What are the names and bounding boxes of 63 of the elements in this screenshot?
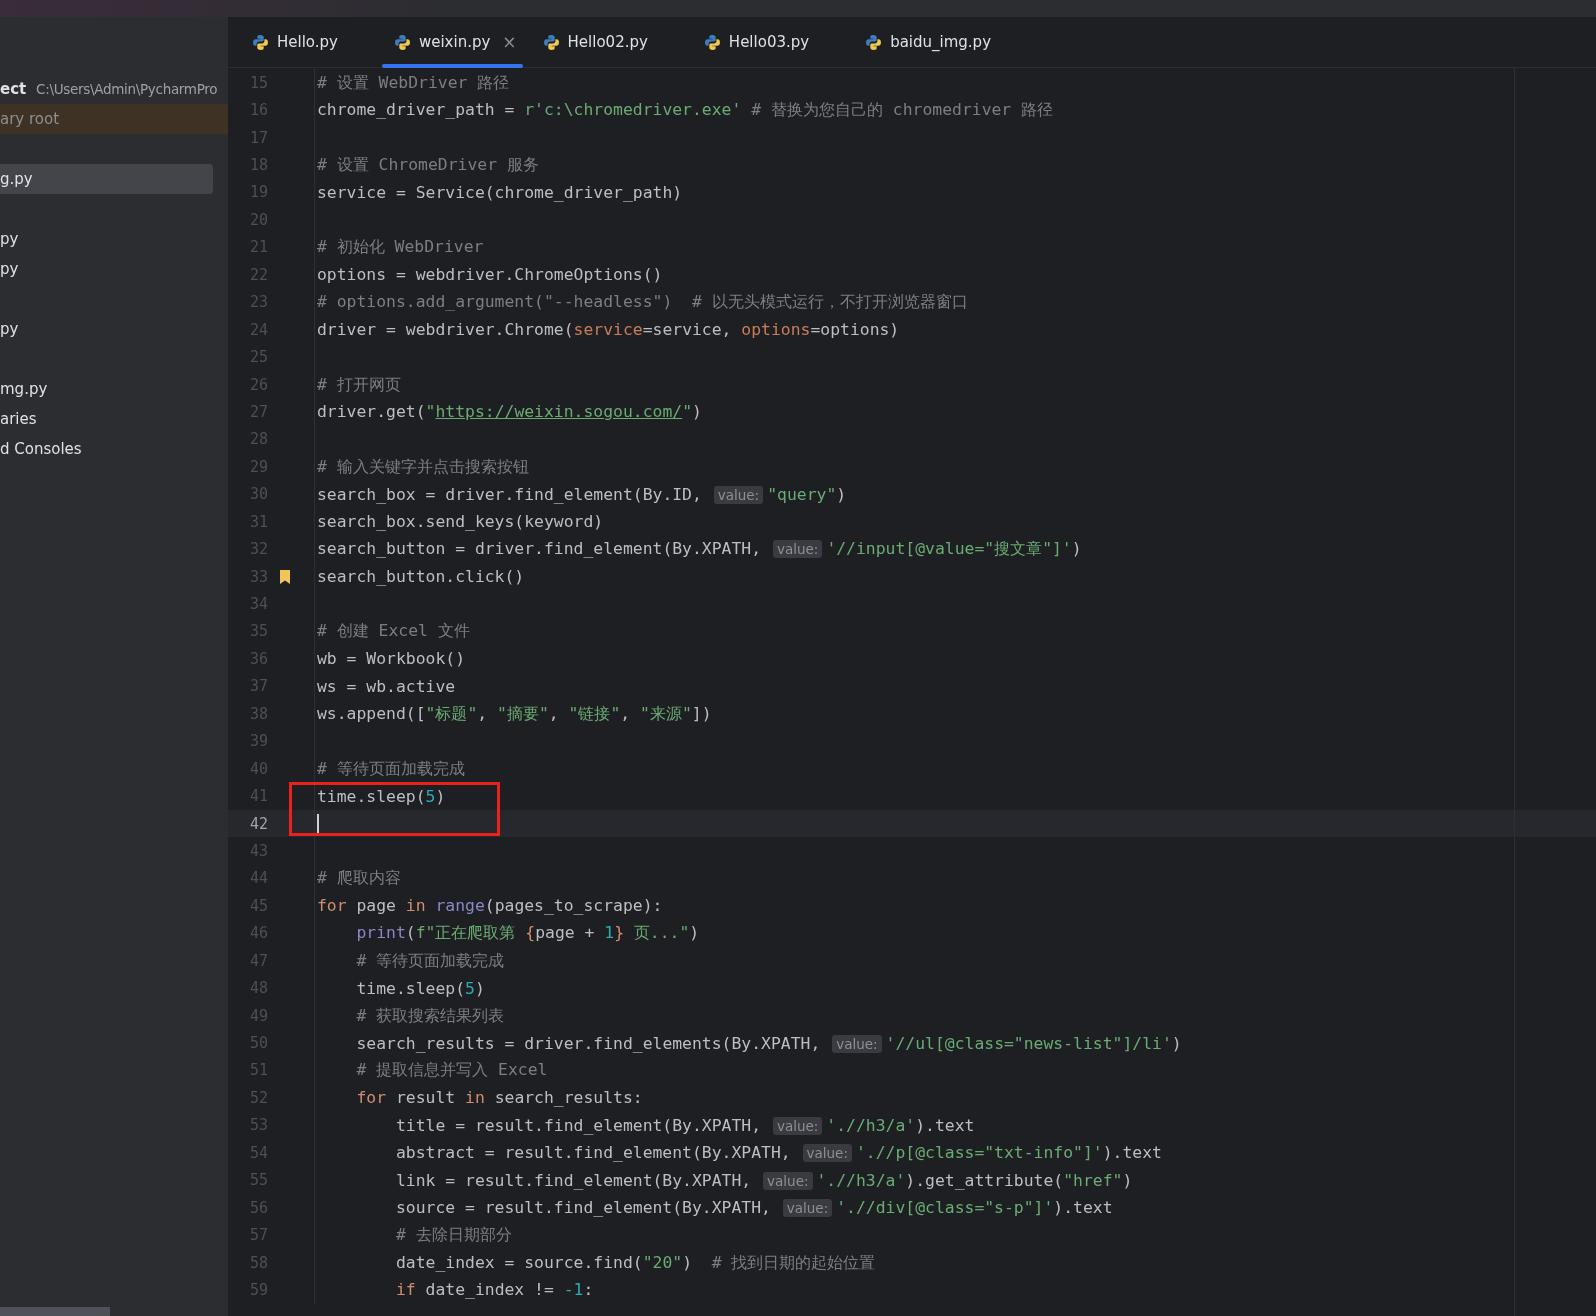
code-line: # 等待页面加载完成 bbox=[317, 757, 465, 780]
code-line: print(f"正在爬取第 {page + 1} 页...") bbox=[356, 922, 700, 945]
scrollbar[interactable] bbox=[0, 1307, 110, 1316]
code-line: ws = wb.active bbox=[317, 676, 456, 696]
file-tab[interactable]: Hello03.py bbox=[687, 17, 850, 67]
text-cursor bbox=[317, 813, 319, 834]
tree-item[interactable]: py bbox=[0, 314, 228, 344]
code-line: search_results = driver.find_elements(By.XPATH, value: '//ul[@class="news-list"]/li') bbox=[356, 1033, 1182, 1053]
code-line: service = Service(chrome_driver_path) bbox=[317, 182, 683, 202]
code-line: # 爬取内容 bbox=[317, 867, 401, 890]
python-icon bbox=[865, 33, 883, 51]
code-line: chrome_driver_path = r'c:\chromedriver.exe' # 替换为您自己的 chromedriver 路径 bbox=[317, 99, 1054, 122]
code-line: # 获取搜索结果列表 bbox=[356, 1004, 505, 1027]
code-line: # 初始化 WebDriver bbox=[317, 236, 484, 259]
code-line: # 创建 Excel 文件 bbox=[317, 620, 470, 643]
python-icon bbox=[393, 33, 411, 51]
code-line: time.sleep(5) bbox=[317, 786, 446, 806]
python-icon bbox=[703, 33, 721, 51]
code-line: search_box = driver.find_element(By.ID, value: "query") bbox=[317, 484, 847, 504]
file-tab[interactable]: Hello.py bbox=[236, 17, 378, 67]
code-line: # 打开网页 bbox=[317, 373, 401, 396]
code-line: driver = webdriver.Chrome(service=service, options=options) bbox=[317, 320, 900, 340]
line-number: 42 bbox=[248, 814, 268, 833]
file-tab[interactable]: Hello02.py bbox=[526, 17, 688, 67]
tree-item[interactable]: d Consoles bbox=[0, 434, 228, 464]
tree-item[interactable]: py bbox=[0, 254, 228, 284]
code-line: # 提取信息并写入 Excel bbox=[356, 1059, 548, 1082]
code-line: search_box.send_keys(keyword) bbox=[317, 512, 604, 532]
code-line: ws.append(["标题", "摘要", "链接", "来源"]) bbox=[317, 702, 712, 725]
code-line: source = result.find_element(By.XPATH, value: './/div[@class="s-p"]').text bbox=[395, 1198, 1113, 1218]
python-icon bbox=[252, 33, 269, 51]
code-line: options = webdriver.ChromeOptions() bbox=[317, 265, 663, 285]
code-line: # 设置 ChromeDriver 服务 bbox=[317, 154, 539, 177]
file-tab[interactable]: weixin.py × bbox=[377, 17, 527, 67]
tree-item[interactable]: aries bbox=[0, 404, 228, 434]
code-line: # 设置 WebDriver 路径 bbox=[317, 71, 510, 94]
bookmark-icon[interactable] bbox=[279, 569, 291, 584]
python-icon bbox=[542, 33, 560, 51]
project-name: ect bbox=[0, 80, 27, 98]
close-icon[interactable]: × bbox=[502, 32, 517, 52]
code-line: # 等待页面加载完成 bbox=[356, 949, 505, 972]
code-line: date_index = source.find("20") # 找到日期的起始位置 bbox=[395, 1251, 876, 1274]
tree-item[interactable]: ect C:\Users\Admin\PycharmPro bbox=[0, 74, 228, 104]
code-line: # 去除日期部分 bbox=[395, 1224, 512, 1247]
code-line: time.sleep(5) bbox=[356, 978, 485, 998]
tree-item[interactable]: mg.py bbox=[0, 374, 228, 404]
code-line: # 输入关键字并点击搜索按钮 bbox=[317, 455, 529, 478]
code-line: abstract = result.find_element(By.XPATH, value: './/p[@class="txt-info"]').text bbox=[395, 1143, 1162, 1163]
code-line: # options.add_argument("--headless") # 以无头模式运行，不打开浏览器窗口 bbox=[317, 291, 968, 314]
code-line: driver.get("https://weixin.sogou.com/") bbox=[317, 402, 702, 422]
code-line: search_button.click() bbox=[317, 567, 525, 587]
file-tab[interactable]: baidu_img.py bbox=[849, 17, 1032, 67]
project-path: C:\Users\Admin\PycharmPro bbox=[36, 81, 218, 97]
code-line: link = result.find_element(By.XPATH, value: './/h3/a').get_attribute("href") bbox=[395, 1170, 1133, 1190]
code-line: for result in search_results: bbox=[356, 1088, 643, 1108]
code-line: search_button = driver.find_element(By.XPATH, value: '//input[@value="搜文章"]') bbox=[317, 538, 1082, 561]
tree-item[interactable]: py bbox=[0, 224, 228, 254]
code-line: title = result.find_element(By.XPATH, value: './/h3/a').text bbox=[395, 1115, 975, 1135]
tree-item[interactable]: g.py bbox=[0, 164, 213, 194]
library-root-row[interactable]: ary root bbox=[0, 104, 228, 134]
code-line: for page in range(pages_to_scrape): bbox=[317, 896, 663, 916]
code-line: wb = Workbook() bbox=[317, 649, 466, 669]
code-line: if date_index != -1: bbox=[395, 1280, 594, 1300]
